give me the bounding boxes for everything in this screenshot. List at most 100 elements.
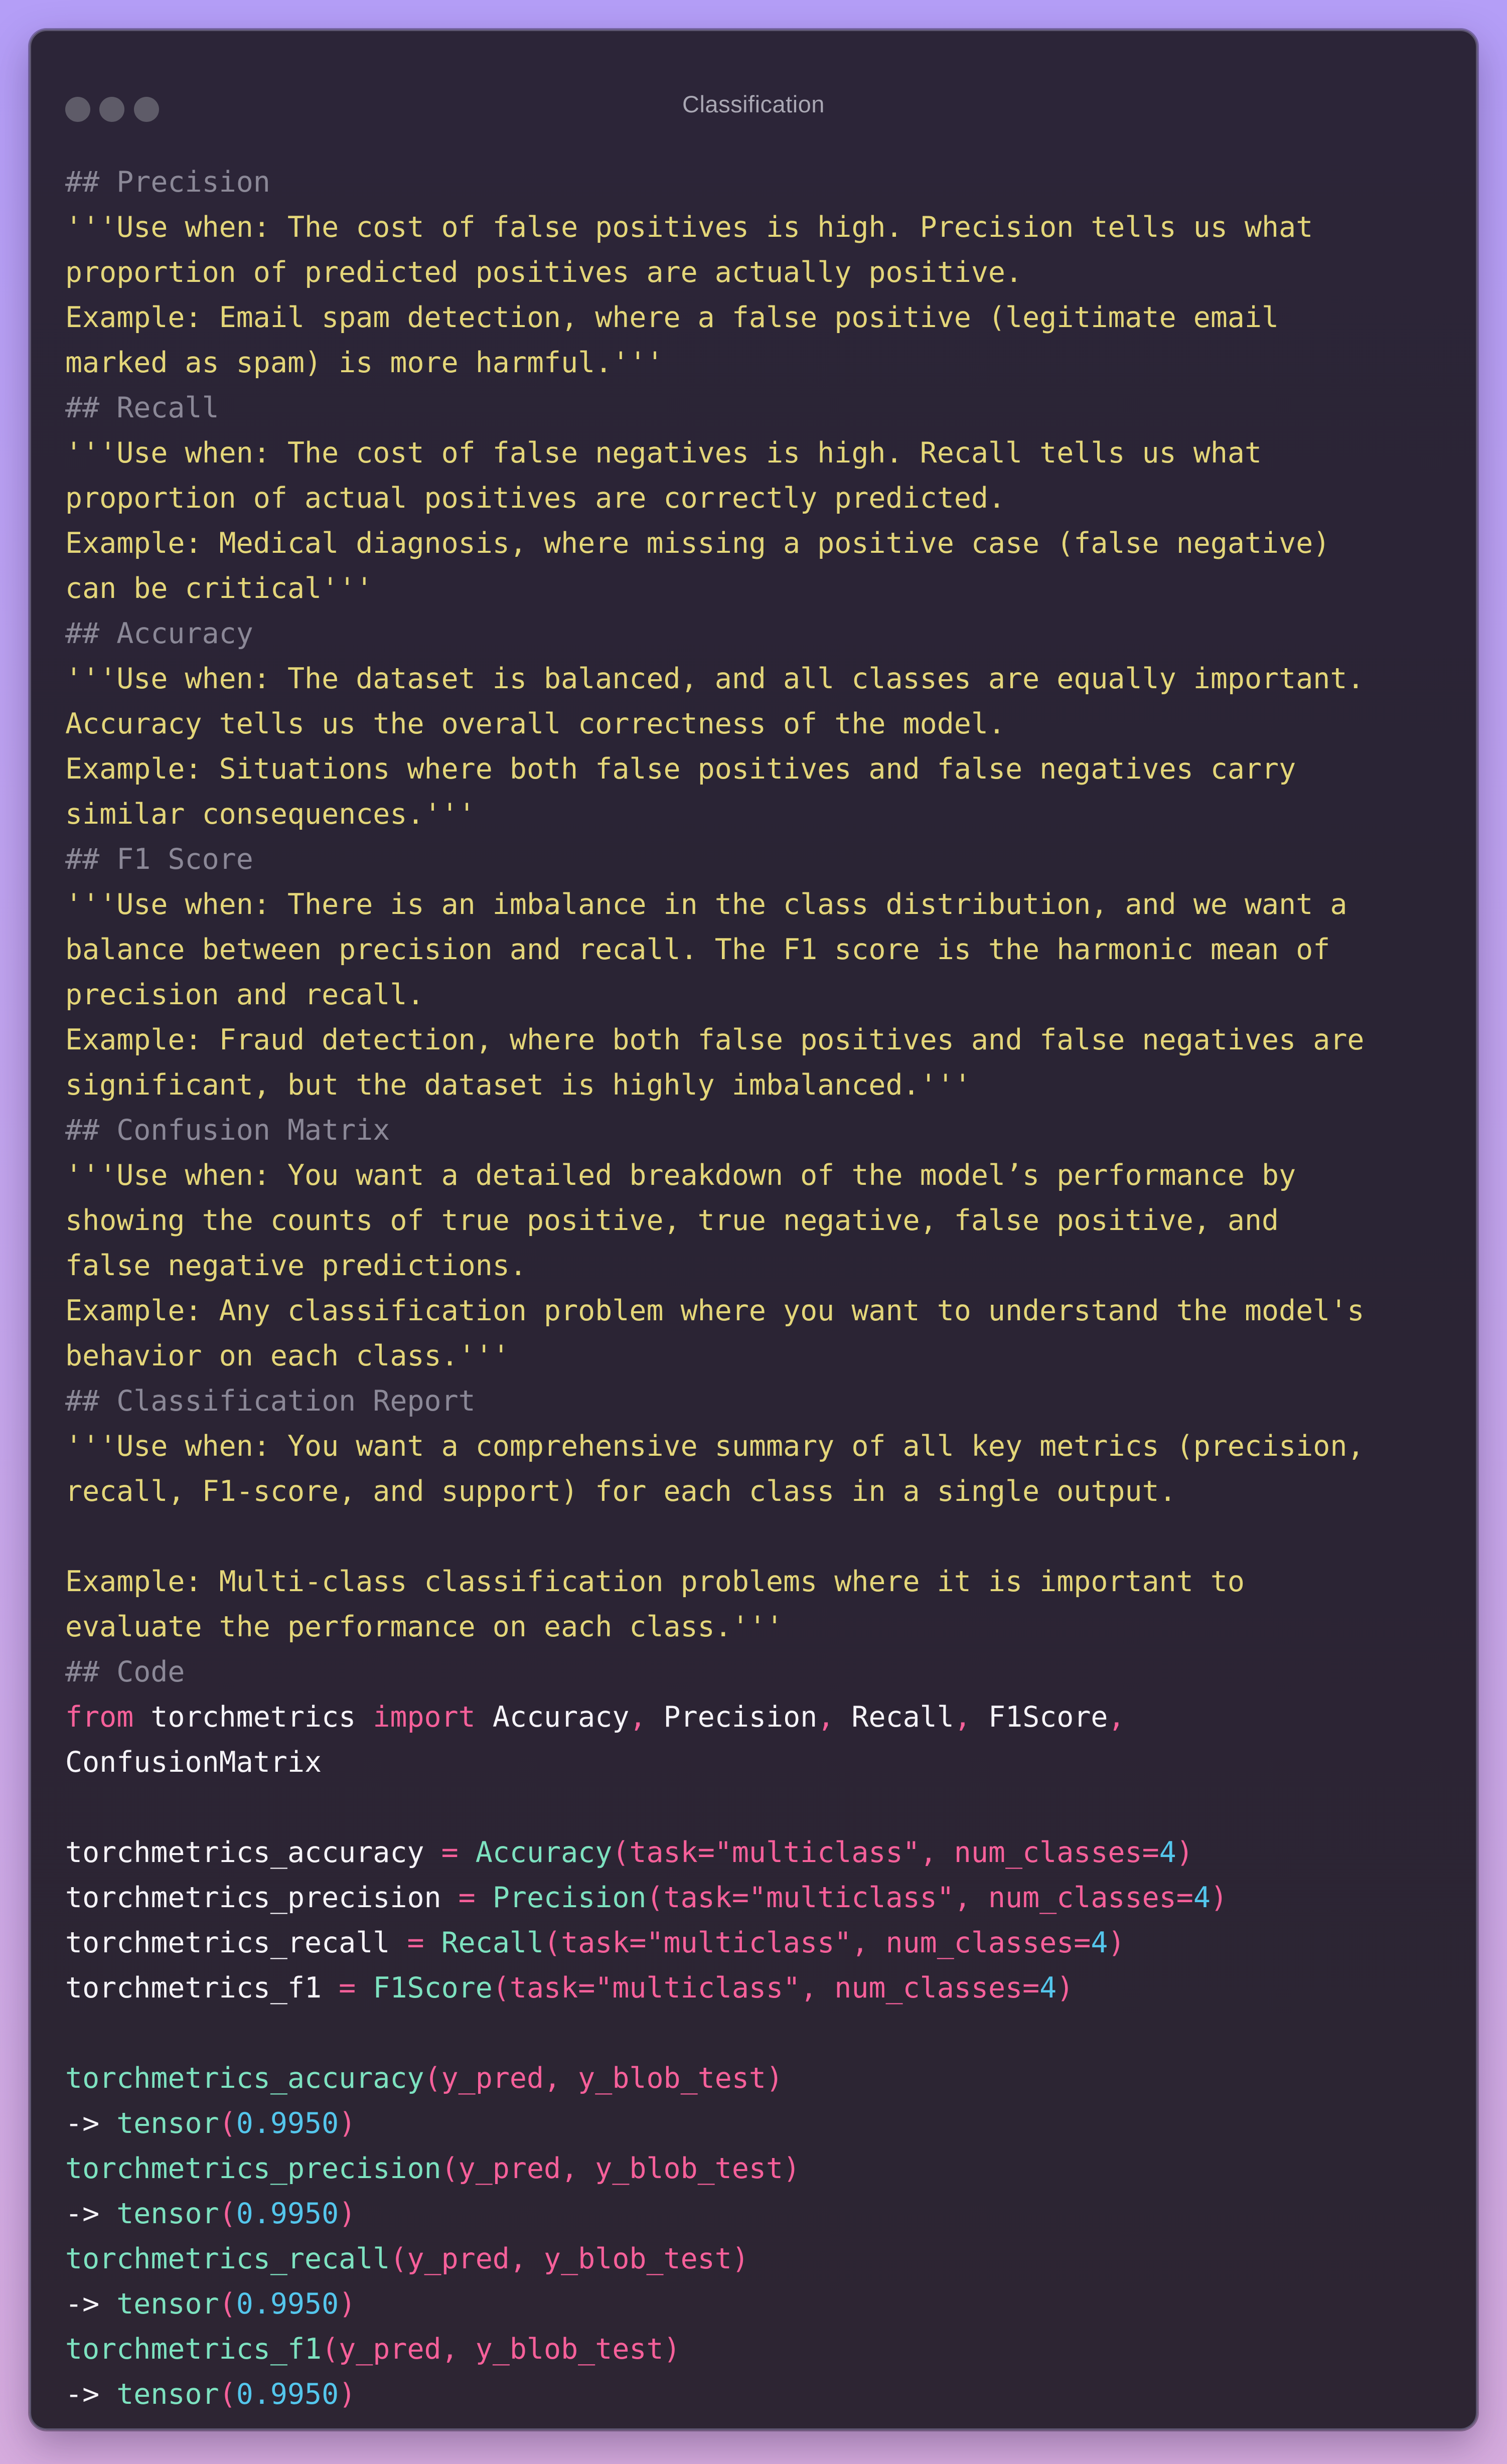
code-line: -> tensor(0.9950) <box>65 2191 1460 2236</box>
code-token: ( <box>219 2107 236 2140</box>
code-token: = <box>339 1971 356 2005</box>
code-token: (y_pred, y_blob_test) <box>390 2242 749 2275</box>
code-token: Recall <box>834 1701 954 1734</box>
code-token: Example: Email spam detection, where a f… <box>65 301 1279 334</box>
code-token: Example: Fraud detection, where both fal… <box>65 1023 1365 1056</box>
code-token: (task="multiclass", num_classes= <box>544 1926 1091 1959</box>
code-line: Example: Multi-class classification prob… <box>65 1559 1460 1604</box>
code-line: Example: Medical diagnosis, where missin… <box>65 521 1460 566</box>
code-token: ) <box>1108 1926 1125 1959</box>
code-line: precision and recall. <box>65 972 1460 1017</box>
code-token: F1Score <box>356 1971 493 2005</box>
code-line: similar consequences.''' <box>65 792 1460 837</box>
code-token: 4 <box>1091 1926 1108 1959</box>
code-token: ( <box>219 2197 236 2230</box>
code-line: from torchmetrics import Accuracy, Preci… <box>65 1695 1460 1740</box>
code-line: Accuracy tells us the overall correctnes… <box>65 701 1460 746</box>
code-token: ) <box>1057 1971 1074 2005</box>
code-token: torchmetrics_precision <box>65 1881 459 1914</box>
code-token: similar consequences.''' <box>65 798 476 831</box>
code-line: ## Classification Report <box>65 1378 1460 1424</box>
code-line: ConfusionMatrix <box>65 1740 1460 1785</box>
code-line: Example: Fraud detection, where both fal… <box>65 1017 1460 1062</box>
code-token: (task="multiclass", num_classes= <box>492 1971 1040 2005</box>
code-token: -> <box>65 2378 100 2411</box>
code-line: ## F1 Score <box>65 837 1460 882</box>
code-token: Recall <box>424 1926 544 1959</box>
code-token: tensor <box>99 2287 219 2321</box>
code-token: significant, but the dataset is highly i… <box>65 1068 971 1102</box>
code-line: significant, but the dataset is highly i… <box>65 1062 1460 1108</box>
code-token: torchmetrics <box>133 1701 373 1734</box>
code-line: ## Accuracy <box>65 611 1460 656</box>
code-token: Accuracy tells us the overall correctnes… <box>65 707 1005 740</box>
code-token: torchmetrics_f1 <box>65 2333 322 2366</box>
code-token: can be critical''' <box>65 572 373 605</box>
code-line: Example: Any classification problem wher… <box>65 1288 1460 1333</box>
code-line: proportion of predicted positives are ac… <box>65 250 1460 295</box>
code-token: F1Score <box>971 1701 1108 1734</box>
code-token: behavior on each class.''' <box>65 1339 510 1372</box>
code-token: ## Classification Report <box>65 1384 476 1418</box>
code-token: = <box>407 1926 424 1959</box>
code-line: '''Use when: There is an imbalance in th… <box>65 882 1460 927</box>
code-token: (task="multiclass", num_classes= <box>612 1836 1159 1869</box>
code-token: 4 <box>1193 1881 1211 1914</box>
code-token: ) <box>1176 1836 1193 1869</box>
code-token: ## F1 Score <box>65 843 253 876</box>
code-token: torchmetrics_recall <box>65 1926 407 1959</box>
code-token: '''Use when: You want a detailed breakdo… <box>65 1159 1296 1192</box>
code-token: , <box>629 1701 647 1734</box>
code-token: ## Confusion Matrix <box>65 1114 390 1147</box>
code-token: torchmetrics_f1 <box>65 1971 339 2005</box>
code-token: (y_pred, y_blob_test) <box>322 2333 681 2366</box>
code-block: ## Precision '''Use when: The cost of fal… <box>65 160 1460 2417</box>
code-token: Accuracy <box>475 1701 630 1734</box>
code-token: '''Use when: The cost of false negatives… <box>65 436 1262 470</box>
code-token: ( <box>219 2378 236 2411</box>
code-token: torchmetrics_recall <box>65 2242 390 2275</box>
code-line: showing the counts of true positive, tru… <box>65 1198 1460 1243</box>
code-token: recall, F1-score, and support) for each … <box>65 1475 1176 1508</box>
code-token: -> <box>65 2287 100 2321</box>
code-token: torchmetrics_accuracy <box>65 2062 424 2095</box>
code-line: torchmetrics_accuracy(y_pred, y_blob_tes… <box>65 2056 1460 2101</box>
code-token: ) <box>339 2107 356 2140</box>
code-token: precision and recall. <box>65 978 424 1011</box>
code-token: 0.9950 <box>236 2197 339 2230</box>
code-token: ## Code <box>65 1655 185 1688</box>
code-token: torchmetrics_precision <box>65 2152 441 2185</box>
code-token: (y_pred, y_blob_test) <box>424 2062 784 2095</box>
code-line: torchmetrics_precision(y_pred, y_blob_te… <box>65 2146 1460 2191</box>
code-line: evaluate the performance on each class.'… <box>65 1604 1460 1649</box>
code-token: ) <box>339 2197 356 2230</box>
code-token: , <box>954 1701 971 1734</box>
code-line: recall, F1-score, and support) for each … <box>65 1469 1460 1514</box>
code-token: torchmetrics_accuracy <box>65 1836 441 1869</box>
code-line: balance between precision and recall. Th… <box>65 927 1460 972</box>
code-token: Example: Medical diagnosis, where missin… <box>65 527 1330 560</box>
code-token: ) <box>339 2378 356 2411</box>
code-token: = <box>458 1881 476 1914</box>
code-token: tensor <box>99 2107 219 2140</box>
code-line: -> tensor(0.9950) <box>65 2372 1460 2417</box>
code-line: '''Use when: The cost of false negatives… <box>65 430 1460 476</box>
code-token: evaluate the performance on each class.'… <box>65 1610 784 1643</box>
code-line: marked as spam) is more harmful.''' <box>65 340 1460 385</box>
code-line: Example: Situations where both false pos… <box>65 746 1460 792</box>
code-token: ## Precision <box>65 166 270 199</box>
code-token: tensor <box>99 2378 219 2411</box>
code-token: 0.9950 <box>236 2107 339 2140</box>
code-token: proportion of predicted positives are ac… <box>65 256 1023 289</box>
code-token: ) <box>1210 1881 1228 1914</box>
code-token: '''Use when: The dataset is balanced, an… <box>65 662 1365 695</box>
code-token: false negative predictions. <box>65 1249 527 1282</box>
code-line: ## Code <box>65 1649 1460 1695</box>
code-line: torchmetrics_accuracy = Accuracy(task="m… <box>65 1830 1460 1875</box>
code-token: -> <box>65 2197 100 2230</box>
code-line: torchmetrics_f1 = F1Score(task="multicla… <box>65 1965 1460 2011</box>
code-line: torchmetrics_recall = Recall(task="multi… <box>65 1920 1460 1965</box>
code-token: -> <box>65 2107 100 2140</box>
